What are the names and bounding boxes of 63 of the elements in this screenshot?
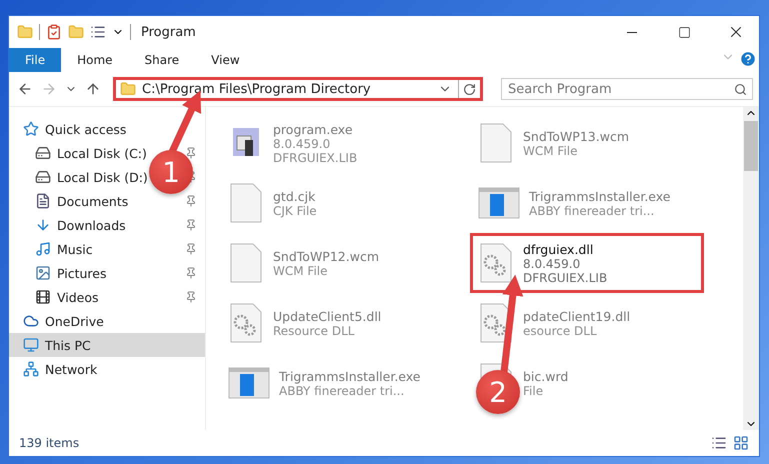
document-icon (35, 193, 51, 209)
window-title: Program (141, 24, 197, 40)
file-detail: File (523, 384, 544, 398)
file-detail: WCM File (273, 264, 328, 278)
drive-icon (35, 169, 51, 185)
nav-item[interactable]: Videos (57, 290, 99, 304)
network-icon (23, 361, 39, 377)
search-field[interactable]: Search Program (501, 78, 753, 100)
file-name[interactable]: bic.wrd (523, 368, 568, 384)
nav-item[interactable]: Local Disk (C:) (57, 146, 147, 160)
videos-icon (35, 289, 51, 305)
properties-icon[interactable] (46, 24, 62, 40)
file-name[interactable]: gtd.cjk (273, 188, 317, 204)
computer-icon (23, 337, 39, 353)
file-name[interactable]: dfrguiex.dll (523, 242, 608, 256)
file-detail: ABBY finereader tri... (279, 384, 404, 398)
refresh-icon (463, 82, 476, 96)
drive-icon (35, 145, 51, 161)
file-detail: CJK File (273, 204, 317, 218)
nav-item[interactable]: Network (45, 362, 98, 376)
music-icon (35, 241, 51, 257)
file-name[interactable]: TrigrammsInstaller.exe (529, 188, 670, 204)
scroll-thumb[interactable] (744, 121, 758, 171)
file-detail: esource DLL (523, 324, 597, 338)
file-name[interactable]: UpdateClient5.dll (273, 308, 382, 324)
file-name[interactable]: program.exe (273, 122, 358, 136)
maximize-icon (678, 26, 690, 38)
file-name[interactable]: pdateClient19.dll (523, 308, 630, 324)
ribbon-tab[interactable]: Share (128, 48, 196, 72)
view-icon[interactable] (90, 24, 106, 40)
file-name[interactable]: SndToWP13.wcm (523, 128, 629, 144)
file-name[interactable]: SndToWP12.wcm (273, 248, 379, 264)
file-detail: 8.0.459.0 (523, 256, 580, 270)
details-view-icon[interactable] (711, 435, 727, 451)
file-detail: 8.0.459.0 (273, 136, 330, 150)
nav-item[interactable]: Local Disk (D:) (57, 170, 148, 184)
pictures-icon (35, 265, 51, 281)
download-icon (35, 217, 51, 233)
ribbon-tab[interactable]: File (9, 48, 62, 72)
nav-item[interactable]: This PC (9, 333, 205, 357)
ribbon-tab[interactable]: Home (61, 48, 129, 72)
file-name[interactable]: TrigrammsInstaller.exe (279, 368, 420, 384)
star-icon (23, 121, 39, 137)
file-detail: Resource DLL (273, 324, 354, 338)
nav-item[interactable]: Downloads (57, 218, 126, 232)
item-count: 139 items (19, 436, 80, 450)
nav-item[interactable]: OneDrive (45, 314, 104, 328)
scrollbar[interactable] (743, 107, 759, 430)
file-detail: DFRGUIEX.LIB (273, 150, 358, 164)
address-bar[interactable]: C:\Program Files\Program Directory (113, 77, 483, 101)
nav-item[interactable]: Documents (57, 194, 128, 208)
nav-item[interactable]: Quick access (45, 122, 126, 136)
nav-item[interactable]: Pictures (57, 266, 106, 280)
folder-icon (120, 81, 136, 97)
large-icons-view-icon[interactable] (733, 435, 749, 451)
file-detail: WCM File (523, 144, 578, 158)
cloud-icon (23, 313, 39, 329)
file-item[interactable]: dfrguiex.dll 8.0.459.0 DFRGUIEX.LIB (470, 233, 704, 293)
nav-item[interactable]: Music (57, 242, 93, 256)
search-icon (734, 83, 747, 96)
ribbon-tab[interactable]: View (195, 48, 256, 72)
file-detail: DFRGUIEX.LIB (523, 270, 608, 284)
file-detail: ABBY finereader tri... (529, 204, 654, 218)
